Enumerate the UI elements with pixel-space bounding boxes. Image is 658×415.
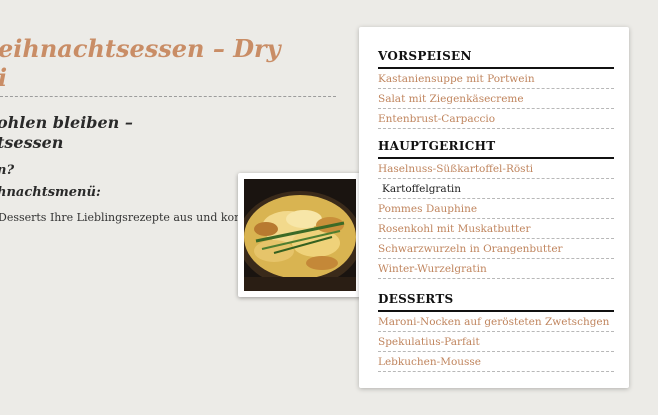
recipe-preview-popup <box>238 173 365 297</box>
menu-item-wurzelgratin[interactable]: Winter-Wurzelgratin <box>378 259 614 279</box>
menu-item-salat[interactable]: Salat mit Ziegenkäsecreme <box>378 89 614 109</box>
menu-item-rosenkohl[interactable]: Rosenkohl mit Muskatbutter <box>378 219 614 239</box>
article-question: n? <box>0 163 15 178</box>
section-title-vorspeisen: VORSPEISEN <box>378 47 614 69</box>
menu-item-maroni-nocken[interactable]: Maroni-Nocken auf gerösteten Zwetschgen <box>378 312 614 332</box>
subheading-line2: tsessen <box>0 133 64 152</box>
article-subheading: ohlen bleiben – tsessen <box>0 113 133 153</box>
article-body-text: Desserts Ihre Lieblingsrezepte aus und k… <box>0 211 278 224</box>
article-title: eihnachtsessen – Dry i <box>0 34 281 92</box>
section-desserts: DESSERTS Maroni-Nocken auf gerösteten Zw… <box>378 290 614 372</box>
kartoffelgratin-photo <box>244 179 356 291</box>
section-vorspeisen: VORSPEISEN Kastaniensuppe mit Portwein S… <box>378 47 614 129</box>
menu-item-entenbrust[interactable]: Entenbrust-Carpaccio <box>378 109 614 129</box>
subheading-line1: ohlen bleiben – <box>0 113 133 132</box>
menu-list-hauptgericht: Haselnuss-Süßkartoffel-Rösti Kartoffelgr… <box>378 159 614 279</box>
menu-list-desserts: Maroni-Nocken auf gerösteten Zwetschgen … <box>378 312 614 372</box>
menu-item-pommes-dauphine[interactable]: Pommes Dauphine <box>378 199 614 219</box>
section-hauptgericht: HAUPTGERICHT Haselnuss-Süßkartoffel-Röst… <box>378 137 614 279</box>
menu-item-kastaniensuppe[interactable]: Kastaniensuppe mit Portwein <box>378 69 614 89</box>
menu-item-spekulatius-parfait[interactable]: Spekulatius-Parfait <box>378 332 614 352</box>
menu-item-lebkuchen-mousse[interactable]: Lebkuchen-Mousse <box>378 352 614 372</box>
menu-panel: VORSPEISEN Kastaniensuppe mit Portwein S… <box>359 27 629 388</box>
menu-list-vorspeisen: Kastaniensuppe mit Portwein Salat mit Zi… <box>378 69 614 129</box>
article-title-line1: eihnachtsessen – Dry <box>0 34 281 63</box>
article-menu-heading: hnachtsmenü: <box>0 185 101 200</box>
article-title-line2: i <box>0 63 7 92</box>
section-title-desserts: DESSERTS <box>378 290 614 312</box>
section-title-hauptgericht: HAUPTGERICHT <box>378 137 614 159</box>
menu-item-schwarzwurzeln[interactable]: Schwarzwurzeln in Orangenbutter <box>378 239 614 259</box>
menu-item-haselnuss-roesti[interactable]: Haselnuss-Süßkartoffel-Rösti <box>378 159 614 179</box>
title-divider <box>0 96 336 97</box>
menu-item-kartoffelgratin[interactable]: Kartoffelgratin <box>378 179 614 199</box>
